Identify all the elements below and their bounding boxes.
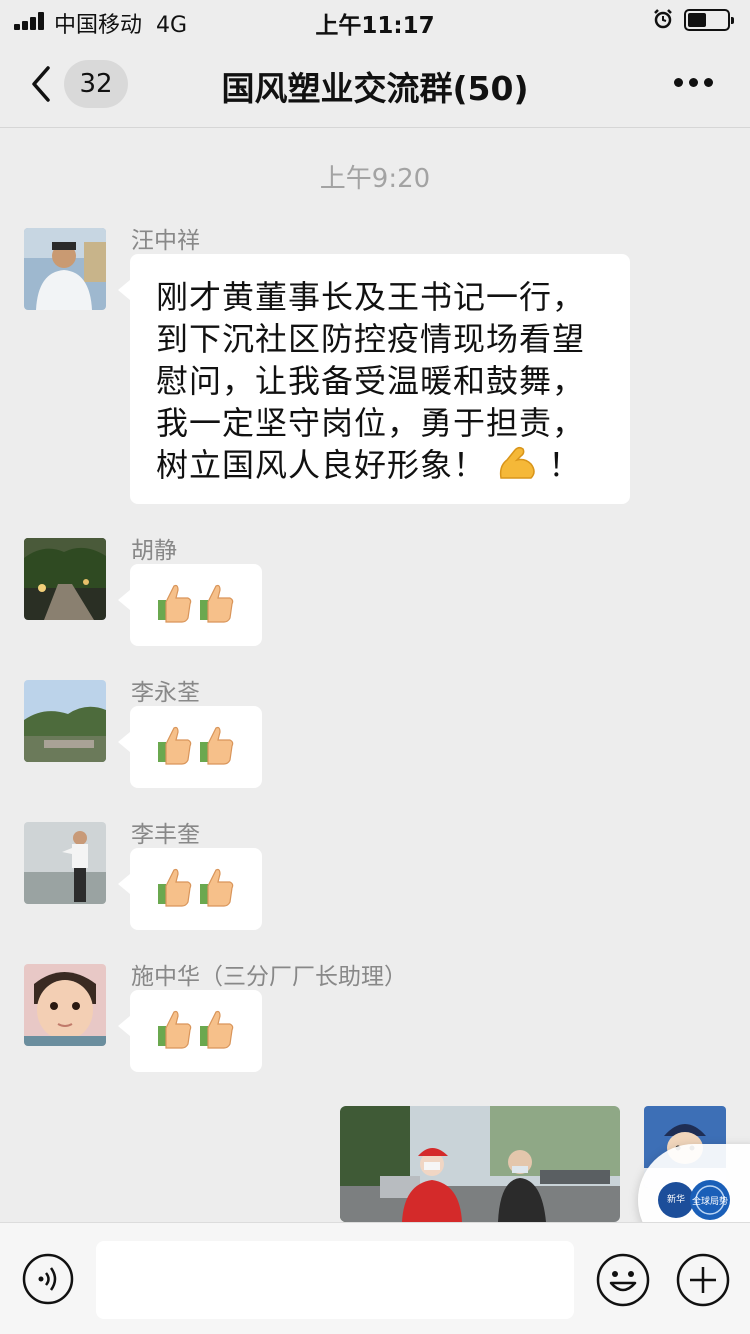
avatar[interactable] [24,822,106,904]
thumbs-up-icon [158,1010,192,1049]
thumbs-up-icon [200,1010,234,1049]
thumbs-up-icon [158,584,192,623]
thumbs-up-icon [158,868,192,907]
sender-name: 胡静 [131,538,177,564]
photo-message[interactable] [340,1106,620,1222]
avatar[interactable] [24,680,106,762]
avatar[interactable] [24,538,106,620]
status-bar: 中国移动 4G 上午11:17 [0,0,750,42]
flexed-biceps-icon [500,446,535,479]
sender-name: 施中华（三分厂厂长助理） [131,964,407,990]
input-bar [0,1222,750,1334]
sender-name: 汪中祥 [131,228,200,254]
emoji-row [156,866,240,908]
avatar[interactable] [24,964,106,1046]
alarm-icon [654,9,672,29]
sender-name: 李永荃 [131,680,200,706]
battery-icon [684,9,734,31]
avatar[interactable] [24,228,106,310]
message-timestamp: 上午9:20 [319,164,431,194]
message-bubble[interactable]: 刚才黄董事长及王书记一行，到下沉社区防控疫情现场看望慰问，让我备受温暖和鼓舞，我… [118,254,630,504]
thumbs-up-icon [200,868,234,907]
message-input[interactable] [96,1241,574,1319]
voice-input-icon[interactable] [22,1253,74,1305]
widget-label-left: 新华 [667,1193,685,1205]
status-time: 上午11:17 [315,13,435,39]
message-bubble[interactable] [118,706,262,788]
chat-header: 32 国风塑业交流群(50) [0,42,750,128]
message-bubble[interactable] [118,848,262,930]
emoji-row [156,1008,240,1050]
emoji-row [156,724,240,766]
message-bubble[interactable] [118,564,262,646]
thumbs-up-icon [200,584,234,623]
emoji-row [156,582,240,624]
message-bubble[interactable] [118,990,262,1072]
chat-title: 国风塑业交流群(50) [221,69,529,108]
emoji-icon[interactable] [596,1253,650,1307]
message-text: 刚才黄董事长及王书记一行，到下沉社区防控疫情现场看望慰问，让我备受温暖和鼓舞，我… [156,278,586,484]
plus-icon[interactable] [676,1253,730,1307]
sender-name: 李丰奎 [131,822,200,848]
thumbs-up-icon [158,726,192,765]
thumbs-up-icon [200,726,234,765]
more-options-icon[interactable] [674,78,714,88]
widget-label-right: 全球局势 [692,1195,728,1207]
